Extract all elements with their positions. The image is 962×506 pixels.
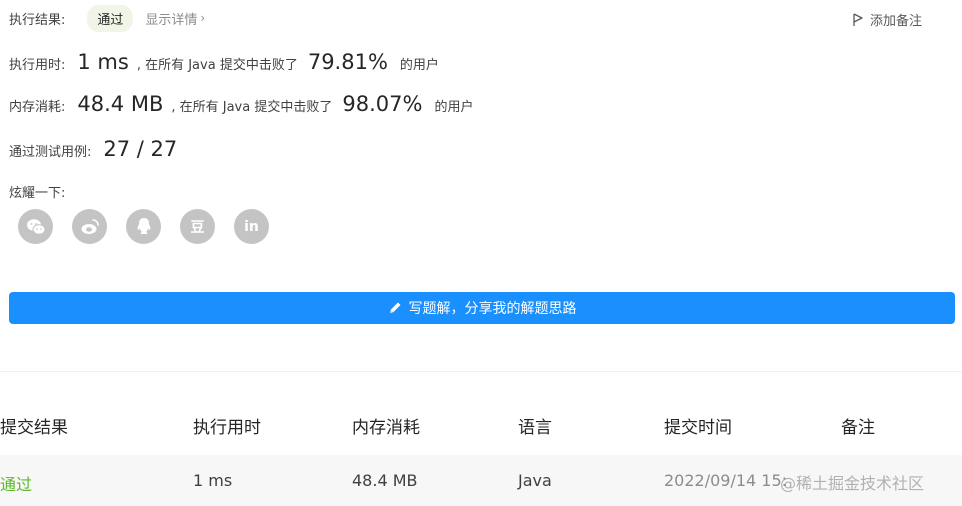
submissions-table-header: 提交结果 执行用时 内存消耗 语言 提交时间 备注 (0, 405, 962, 445)
row-submit-time: 2022/09/14 15: (664, 471, 788, 490)
memory-value: 48.4 MB (77, 92, 164, 116)
result-label: 执行结果: (9, 12, 66, 28)
add-note-button[interactable]: 添加备注 (852, 10, 922, 29)
header-memory: 内存消耗 (352, 418, 420, 438)
share-label: 炫耀一下: (9, 186, 66, 201)
submission-result-page: 执行结果: 通过 显示详情 › 添加备注 执行用时: 1 ms , 在所有 Ja… (0, 0, 962, 506)
share-row: 炫耀一下: (9, 182, 65, 201)
header-status: 提交结果 (0, 418, 68, 438)
tests-value: 27 / 27 (103, 137, 178, 161)
runtime-beat-text: , 在所有 Java 提交中击败了 (136, 58, 298, 73)
pencil-icon (389, 302, 400, 313)
memory-percent: 98.07% (342, 92, 423, 116)
wechat-icon[interactable] (18, 209, 53, 244)
flag-icon (853, 12, 863, 26)
memory-tail: 的用户 (434, 100, 474, 115)
runtime-percent: 79.81% (307, 50, 388, 74)
header-language: 语言 (518, 418, 552, 438)
row-memory: 48.4 MB (352, 471, 418, 490)
header-note: 备注 (841, 418, 875, 438)
section-divider (0, 371, 962, 372)
show-details-link[interactable]: 显示详情 › (145, 9, 205, 28)
header-submit-time: 提交时间 (664, 418, 732, 438)
tests-label: 通过测试用例: (9, 145, 92, 160)
chevron-right-icon: › (200, 11, 206, 25)
add-note-label: 添加备注 (870, 14, 923, 29)
status-badge: 通过 (87, 4, 134, 32)
qq-icon[interactable] (126, 209, 161, 244)
memory-row: 内存消耗: 48.4 MB , 在所有 Java 提交中击败了 98.07% 的… (9, 92, 473, 116)
watermark: @稀土掘金技术社区 (780, 474, 925, 493)
runtime-label: 执行用时: (9, 58, 66, 73)
runtime-row: 执行用时: 1 ms , 在所有 Java 提交中击败了 79.81% 的用户 (9, 50, 439, 74)
header-runtime: 执行用时 (193, 418, 261, 438)
tests-row: 通过测试用例: 27 / 27 (9, 137, 177, 161)
memory-label: 内存消耗: (9, 100, 66, 115)
show-details-label: 显示详情 (145, 12, 198, 28)
runtime-tail: 的用户 (399, 58, 439, 73)
douban-icon[interactable]: 豆 (180, 209, 215, 244)
write-solution-label: 写题解，分享我的解题思路 (408, 301, 577, 317)
share-buttons: 豆 in (18, 209, 269, 244)
write-solution-button[interactable]: 写题解，分享我的解题思路 (9, 292, 955, 324)
weibo-icon[interactable] (72, 209, 107, 244)
result-row: 执行结果: 通过 显示详情 › (9, 4, 205, 32)
linkedin-icon[interactable]: in (234, 209, 269, 244)
memory-beat-text: , 在所有 Java 提交中击败了 (171, 100, 333, 115)
row-status-link[interactable]: 通过 (0, 471, 32, 495)
row-language: Java (518, 471, 552, 490)
runtime-value: 1 ms (77, 50, 129, 74)
row-runtime: 1 ms (193, 471, 233, 490)
